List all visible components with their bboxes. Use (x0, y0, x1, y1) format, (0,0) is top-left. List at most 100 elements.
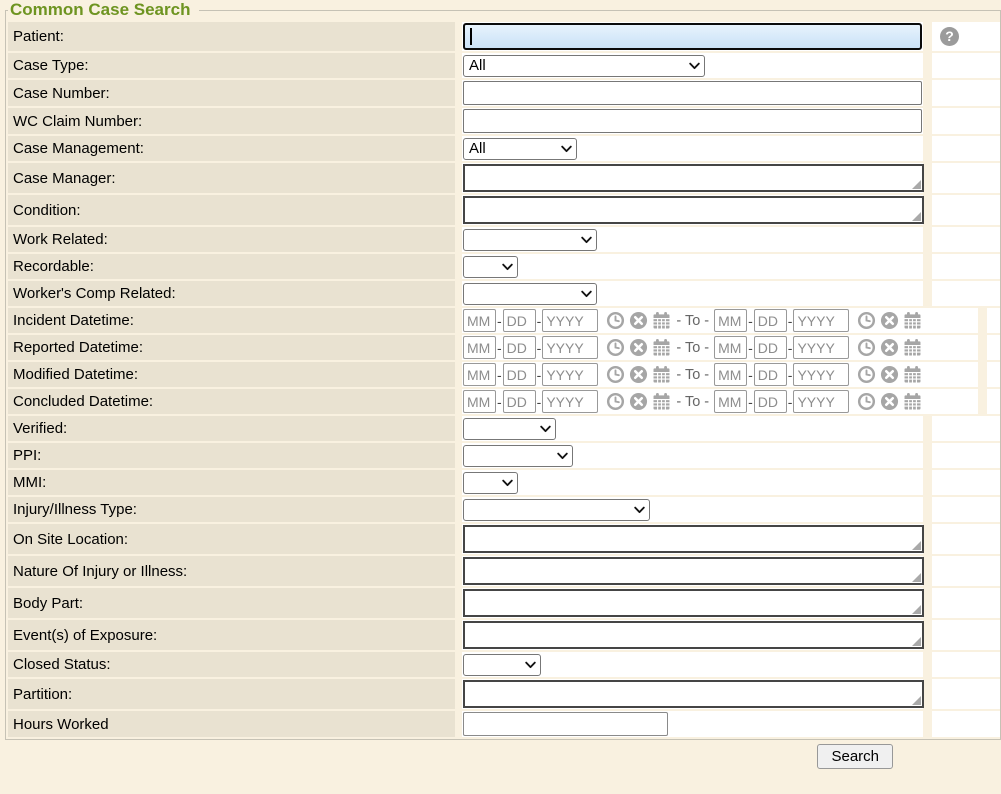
day-input[interactable] (754, 363, 787, 386)
chevron-down-icon (581, 290, 592, 298)
chevron-down-icon (540, 425, 551, 433)
text-cursor (470, 28, 472, 45)
resize-grip[interactable] (912, 637, 921, 646)
day-input[interactable] (503, 336, 536, 359)
clear-date-icon[interactable] (629, 392, 648, 411)
month-input[interactable] (714, 363, 747, 386)
on-site-location-textarea[interactable] (463, 525, 924, 553)
day-input[interactable] (503, 363, 536, 386)
chevron-down-icon (634, 506, 645, 514)
closed-status-select[interactable] (463, 654, 541, 676)
year-input[interactable] (793, 336, 849, 359)
partition-textarea[interactable] (463, 680, 924, 708)
resize-grip[interactable] (912, 605, 921, 614)
year-input[interactable] (542, 309, 598, 332)
calendar-icon[interactable] (652, 365, 671, 384)
date-to-group: - - (714, 309, 922, 332)
day-input[interactable] (754, 309, 787, 332)
wc-claim-number-input[interactable] (463, 109, 922, 133)
condition-textarea[interactable] (463, 196, 924, 224)
resize-grip[interactable] (912, 573, 921, 582)
recordable-label: Recordable: (8, 254, 455, 279)
time-picker-icon[interactable] (857, 365, 876, 384)
clear-date-icon[interactable] (880, 392, 899, 411)
condition-cell (462, 195, 923, 225)
calendar-icon[interactable] (903, 392, 922, 411)
recordable-select[interactable] (463, 256, 518, 278)
calendar-icon[interactable] (903, 311, 922, 330)
case-management-select[interactable]: All (463, 138, 577, 160)
calendar-icon[interactable] (903, 338, 922, 357)
case-number-label: Case Number: (8, 80, 455, 106)
time-picker-icon[interactable] (857, 338, 876, 357)
time-picker-icon[interactable] (606, 365, 625, 384)
year-input[interactable] (793, 309, 849, 332)
date-separator: - (788, 394, 793, 410)
row-patient: Patient: ? (8, 22, 1000, 51)
year-input[interactable] (542, 336, 598, 359)
work-related-select[interactable] (463, 229, 597, 251)
chevron-down-icon (557, 452, 568, 460)
month-input[interactable] (714, 309, 747, 332)
workers-comp-related-select[interactable] (463, 283, 597, 305)
time-picker-icon[interactable] (857, 392, 876, 411)
ppi-select[interactable] (463, 445, 573, 467)
clear-date-icon[interactable] (880, 311, 899, 330)
month-input[interactable] (463, 309, 496, 332)
case-type-cell: All (462, 53, 923, 78)
calendar-icon[interactable] (652, 392, 671, 411)
verified-select[interactable] (463, 418, 556, 440)
help-icon[interactable]: ? (940, 27, 959, 46)
day-input[interactable] (503, 390, 536, 413)
case-number-input[interactable] (463, 81, 922, 105)
time-picker-icon[interactable] (606, 311, 625, 330)
patient-input-cell (462, 22, 923, 51)
resize-grip[interactable] (912, 696, 921, 705)
events-of-exposure-textarea[interactable] (463, 621, 924, 649)
month-input[interactable] (463, 363, 496, 386)
year-input[interactable] (793, 390, 849, 413)
hours-worked-input[interactable] (463, 712, 668, 736)
time-picker-icon[interactable] (606, 338, 625, 357)
clear-date-icon[interactable] (629, 365, 648, 384)
time-picker-icon[interactable] (857, 311, 876, 330)
patient-input[interactable] (463, 23, 922, 50)
time-picker-icon[interactable] (606, 392, 625, 411)
case-manager-textarea[interactable] (463, 164, 924, 192)
month-input[interactable] (463, 390, 496, 413)
date-separator: - (497, 313, 502, 329)
clear-date-icon[interactable] (880, 338, 899, 357)
calendar-icon[interactable] (903, 365, 922, 384)
clear-date-icon[interactable] (880, 365, 899, 384)
clear-date-icon[interactable] (629, 338, 648, 357)
nature-of-injury-textarea[interactable] (463, 557, 924, 585)
body-part-textarea[interactable] (463, 589, 924, 617)
date-from-group: - - (463, 390, 671, 413)
year-input[interactable] (542, 363, 598, 386)
chevron-down-icon (581, 236, 592, 244)
month-input[interactable] (714, 390, 747, 413)
nature-of-injury-cell (462, 556, 923, 586)
injury-illness-type-select[interactable] (463, 499, 650, 521)
resize-grip[interactable] (912, 212, 921, 221)
resize-grip[interactable] (912, 541, 921, 550)
case-type-select[interactable]: All (463, 55, 705, 77)
date-separator: - (497, 394, 502, 410)
day-input[interactable] (503, 309, 536, 332)
date-to-group: - - (714, 363, 922, 386)
day-input[interactable] (754, 390, 787, 413)
day-input[interactable] (754, 336, 787, 359)
month-input[interactable] (463, 336, 496, 359)
search-button[interactable]: Search (817, 744, 893, 769)
spacer-cell (932, 136, 1000, 161)
resize-grip[interactable] (912, 180, 921, 189)
modified-datetime-cell: - - - To - - - (462, 362, 978, 387)
year-input[interactable] (793, 363, 849, 386)
verified-cell (462, 416, 923, 441)
calendar-icon[interactable] (652, 311, 671, 330)
calendar-icon[interactable] (652, 338, 671, 357)
year-input[interactable] (542, 390, 598, 413)
month-input[interactable] (714, 336, 747, 359)
mmi-select[interactable] (463, 472, 518, 494)
clear-date-icon[interactable] (629, 311, 648, 330)
